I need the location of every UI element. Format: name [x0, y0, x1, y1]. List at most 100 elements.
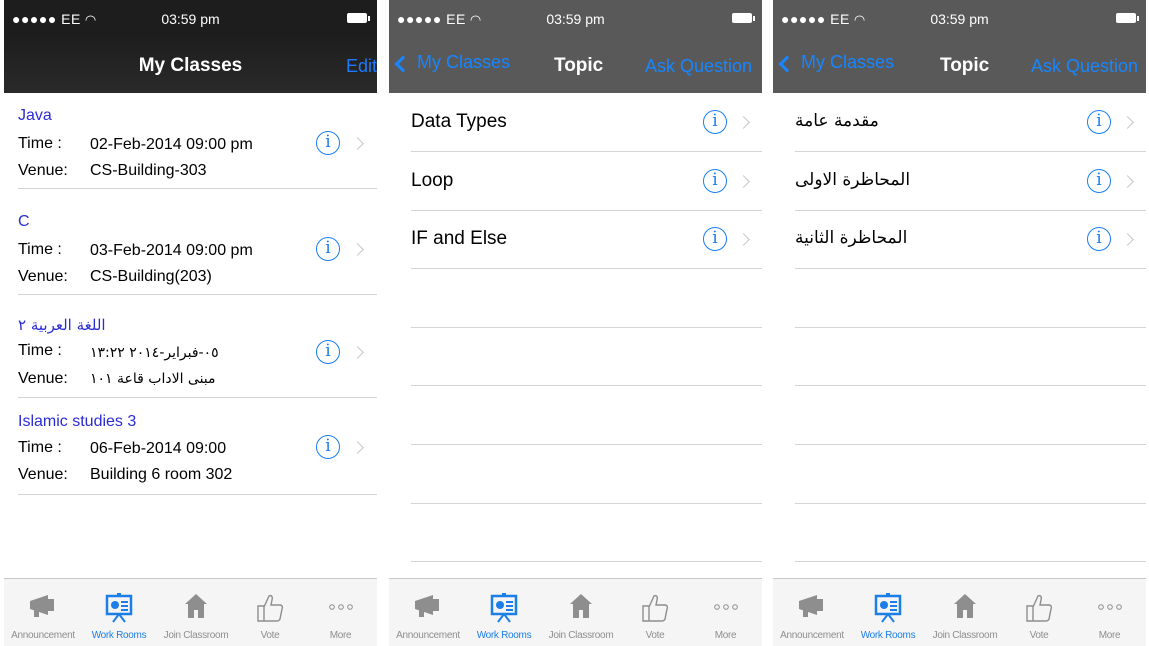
topic-row[interactable]: IF and Else i — [389, 210, 762, 269]
class-time: 03-Feb-2014 09:00 pm — [90, 242, 253, 259]
tab-label: More — [1098, 630, 1121, 641]
status-time: 03:59 pm — [161, 11, 220, 27]
tab-work-rooms[interactable]: Work Rooms — [467, 579, 541, 646]
chevron-right-icon — [351, 137, 364, 150]
class-time: 06-Feb-2014 09:00 — [90, 440, 227, 457]
topic-screen-english: ●●●●● EE ◠ 03:59 pm My Classes Topic Ask … — [389, 0, 762, 646]
tab-label: Announcement — [11, 630, 75, 641]
battery-icon — [1116, 13, 1139, 23]
chevron-right-icon — [1121, 233, 1134, 246]
row-divider — [18, 397, 377, 398]
info-icon[interactable]: i — [316, 237, 340, 261]
status-bar: ●●●●● EE ◠ 03:59 pm — [773, 0, 1146, 38]
tab-more[interactable]: More — [689, 579, 762, 646]
info-icon[interactable]: i — [316, 435, 340, 459]
megaphone-icon — [415, 595, 439, 617]
topic-label: IF and Else — [411, 228, 508, 249]
topic-row[interactable]: المحاظرة الثانية i — [773, 210, 1146, 269]
tab-join-classroom[interactable]: Join Classroom — [541, 579, 621, 646]
topic-label: المحاظرة الاولى — [795, 170, 911, 190]
app-canvas: ●●●●● EE ◠ 03:59 pm My Classes Edit Java … — [0, 0, 1149, 646]
topic-list: مقدمة عامة i المحاظرة الاولى i المحاظرة … — [773, 93, 1146, 578]
info-icon[interactable]: i — [703, 110, 727, 134]
info-icon[interactable]: i — [703, 169, 727, 193]
class-row[interactable]: C Time : 03-Feb-2014 09:00 pm Venue: CS-… — [4, 199, 377, 295]
ask-question-button[interactable]: Ask Question — [1031, 56, 1138, 77]
chevron-right-icon — [351, 441, 364, 454]
tab-work-rooms[interactable]: Work Rooms — [82, 579, 156, 646]
more-dots-icon — [328, 604, 353, 610]
tab-label: Work Rooms — [476, 630, 532, 641]
class-time: ٠٥-فبراير-٢٠١٤ ١٣:٢٢ — [90, 345, 219, 361]
tab-label: Announcement — [780, 630, 844, 641]
row-divider — [795, 561, 1146, 562]
chevron-right-icon — [351, 243, 364, 256]
row-divider — [18, 188, 377, 189]
row-divider — [411, 561, 762, 562]
row-divider — [411, 327, 762, 328]
tab-announcement[interactable]: Announcement — [389, 579, 467, 646]
class-row[interactable]: Islamic studies 3 Time : 06-Feb-2014 09:… — [4, 399, 377, 495]
tab-join-classroom[interactable]: Join Classroom — [156, 579, 236, 646]
back-button[interactable]: My Classes — [394, 52, 510, 73]
topic-label: Loop — [411, 170, 454, 191]
status-bar: ●●●●● EE ◠ 03:59 pm — [4, 0, 377, 38]
tab-announcement[interactable]: Announcement — [773, 579, 851, 646]
topic-row[interactable]: المحاظرة الاولى i — [773, 152, 1146, 211]
info-icon[interactable]: i — [1087, 169, 1111, 193]
tab-vote[interactable]: Vote — [1005, 579, 1073, 646]
page-title: Topic — [940, 55, 990, 76]
page-title: Topic — [554, 55, 604, 76]
tab-label: More — [329, 630, 352, 641]
edit-button[interactable]: Edit — [346, 56, 377, 77]
tab-label: Announcement — [396, 630, 460, 641]
navigation-bar: My Classes Topic Ask Question — [389, 38, 762, 93]
megaphone-icon — [799, 595, 823, 617]
row-divider — [411, 385, 762, 386]
class-row[interactable]: اللغة العربية ٢ Time : ٠٥-فبراير-٢٠١٤ ١٣… — [4, 302, 377, 398]
house-icon — [570, 594, 592, 618]
info-icon[interactable]: i — [703, 227, 727, 251]
tab-announcement[interactable]: Announcement — [4, 579, 82, 646]
row-divider — [795, 327, 1146, 328]
thumbs-up-icon — [257, 594, 284, 622]
class-row[interactable]: Java Time : 02-Feb-2014 09:00 pm Venue: … — [4, 93, 377, 189]
thumbs-up-icon — [642, 594, 669, 622]
tab-vote[interactable]: Vote — [236, 579, 304, 646]
row-divider — [795, 385, 1146, 386]
ask-question-button[interactable]: Ask Question — [645, 56, 752, 77]
time-label: Time : — [18, 342, 62, 359]
back-button[interactable]: My Classes — [778, 52, 894, 73]
info-icon[interactable]: i — [1087, 227, 1111, 251]
tab-work-rooms[interactable]: Work Rooms — [851, 579, 925, 646]
tab-more[interactable]: More — [1073, 579, 1146, 646]
class-list: Java Time : 02-Feb-2014 09:00 pm Venue: … — [4, 93, 377, 578]
tab-more[interactable]: More — [304, 579, 377, 646]
chevron-left-icon — [394, 55, 412, 73]
topic-row[interactable]: مقدمة عامة i — [773, 93, 1146, 152]
venue-label: Venue: — [18, 370, 68, 387]
tab-join-classroom[interactable]: Join Classroom — [925, 579, 1005, 646]
presentation-board-icon — [490, 593, 518, 623]
topic-row[interactable]: Data Types i — [389, 93, 762, 152]
info-icon[interactable]: i — [1087, 110, 1111, 134]
presentation-board-icon — [105, 593, 133, 623]
class-name: C — [18, 213, 30, 230]
time-label: Time : — [18, 135, 62, 152]
time-label: Time : — [18, 439, 62, 456]
info-icon[interactable]: i — [316, 340, 340, 364]
page-title: My Classes — [138, 55, 243, 76]
row-divider — [795, 268, 1146, 269]
topic-row[interactable]: Loop i — [389, 152, 762, 211]
topic-label: المحاظرة الثانية — [795, 228, 908, 248]
status-time: 03:59 pm — [930, 11, 989, 27]
info-icon[interactable]: i — [316, 131, 340, 155]
status-time: 03:59 pm — [546, 11, 605, 27]
row-divider — [411, 444, 762, 445]
house-icon — [185, 594, 207, 618]
chevron-right-icon — [1121, 116, 1134, 129]
navigation-bar: My Classes Edit — [4, 38, 377, 93]
tab-vote[interactable]: Vote — [621, 579, 689, 646]
megaphone-icon — [30, 595, 54, 617]
chevron-right-icon — [737, 175, 750, 188]
